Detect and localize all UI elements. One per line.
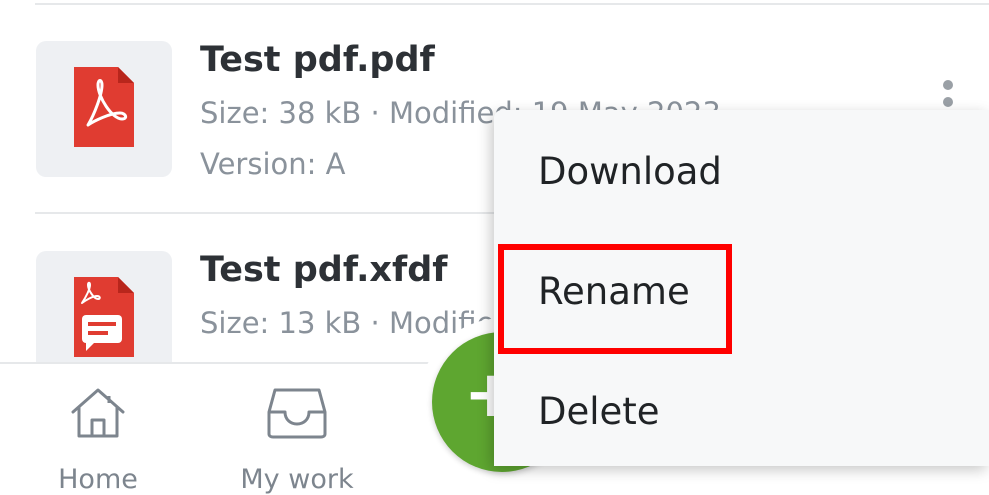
pdf-file-icon	[74, 67, 134, 147]
menu-item-label: Download	[538, 150, 722, 193]
file-thumbnail	[36, 41, 172, 177]
file-version: Version: A	[200, 147, 346, 181]
annotation-file-icon	[74, 277, 134, 357]
file-name[interactable]: Test pdf.xfdf	[200, 250, 448, 290]
highlight-box	[498, 244, 732, 354]
divider	[35, 3, 989, 5]
file-name[interactable]: Test pdf.pdf	[200, 40, 435, 80]
nav-item-home[interactable]: Home	[18, 382, 178, 495]
menu-item-delete[interactable]: Delete	[494, 350, 989, 460]
home-icon	[71, 388, 125, 438]
inbox-icon	[267, 388, 327, 439]
menu-item-download[interactable]: Download	[494, 110, 989, 220]
nav-label: My work	[240, 464, 354, 495]
nav-item-my-work[interactable]: My work	[217, 382, 377, 495]
menu-item-label: Delete	[538, 390, 660, 433]
nav-label: Home	[58, 464, 138, 495]
